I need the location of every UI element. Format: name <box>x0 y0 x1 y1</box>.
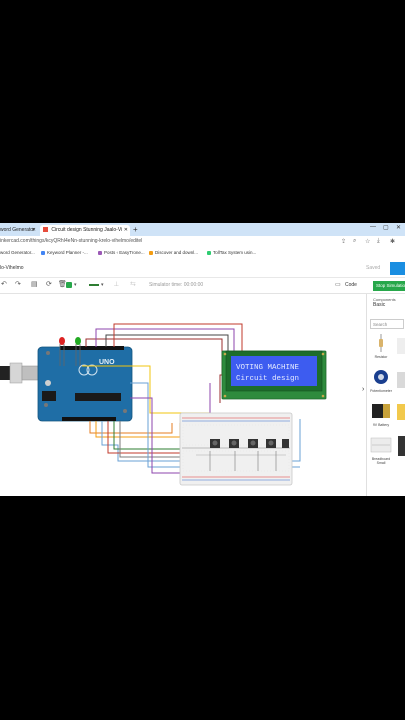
breadboard[interactable] <box>179 412 293 486</box>
chevron-down-icon[interactable]: ▾ <box>101 281 104 289</box>
components-panel: Components Basic Search Resistor Potenti… <box>366 294 405 496</box>
close-icon[interactable]: ✕ <box>32 225 36 236</box>
notes-icon[interactable]: ▤ <box>31 281 38 289</box>
component-breadboard-small[interactable]: Breadboard Small <box>369 434 393 465</box>
breadboard-icon <box>370 437 392 453</box>
color-picker[interactable] <box>66 282 72 288</box>
bookmark-item[interactable]: Discover and downl... <box>149 250 198 255</box>
image-icon <box>149 250 153 255</box>
minimize-icon[interactable]: — <box>370 224 376 230</box>
component-search-input[interactable]: Search <box>370 319 404 329</box>
arduino-uno-board[interactable]: UNO <box>37 346 133 422</box>
stop-simulation-button[interactable]: Stop Simulation <box>373 281 405 291</box>
bookmark-item[interactable]: Posts ‹ EasyTrone... <box>98 250 145 255</box>
chevron-down-icon[interactable]: ▾ <box>74 281 77 289</box>
redo-icon[interactable]: ↷ <box>15 281 21 289</box>
tab-label: word Generator <box>0 227 35 233</box>
google-icon <box>41 250 45 255</box>
rotate-icon[interactable]: ⟳ <box>46 281 52 289</box>
editor-toolbar: ↶ ↷ ▤ ⟳ 🗑 ▾ ▾ ⟂ ⇆ Simulator time: 00:00:… <box>0 278 405 294</box>
extensions-icon[interactable]: ✱ <box>390 238 395 245</box>
circuit-canvas[interactable]: UNO VOTING MACHINE Circuit design <box>0 294 365 496</box>
component-thumbnail[interactable] <box>397 338 405 354</box>
lcd-16x2-display[interactable]: VOTING MACHINE Circuit design <box>221 350 327 400</box>
maximize-icon[interactable]: ▢ <box>383 224 389 231</box>
component-label: Resistor <box>374 355 388 359</box>
component-resistor[interactable]: Resistor <box>369 332 393 359</box>
share-icon[interactable]: ⇪ <box>341 238 346 245</box>
battery-icon <box>372 404 390 418</box>
project-name[interactable]: lo-Vihelmo <box>0 265 24 271</box>
usb-cable <box>0 362 39 384</box>
component-9v-battery[interactable]: 9V Battery <box>369 400 393 427</box>
component-thumbnail[interactable] <box>398 436 405 456</box>
tab-label: Circuit design Stunning Jaalo-Vi <box>51 227 123 233</box>
bookmark-item[interactable]: TollTax System usin... <box>207 250 256 255</box>
new-tab-icon[interactable]: + <box>133 225 138 234</box>
save-status: Saved <box>366 265 381 271</box>
simulator-time: Simulator time: 00:00:00 <box>149 282 204 288</box>
component-thumbnail[interactable] <box>397 404 405 420</box>
zoom-icon[interactable]: ⌕ <box>353 238 356 245</box>
undo-icon[interactable]: ↶ <box>1 281 7 289</box>
circuit-drawing: UNO VOTING MACHINE Circuit design <box>0 323 327 486</box>
panel-collapse-icon[interactable]: › <box>362 386 364 393</box>
wire-type-picker[interactable] <box>89 284 99 286</box>
wordpress-icon <box>98 250 102 255</box>
browser-tab-previous[interactable]: word Generator ✕ <box>0 225 38 236</box>
window-close-icon[interactable]: ✕ <box>396 224 401 231</box>
component-potentiometer[interactable]: Potentiometer <box>369 366 393 393</box>
download-icon[interactable]: ⤓ <box>377 238 380 245</box>
close-icon[interactable]: ✕ <box>124 225 128 236</box>
tinkercad-favicon-icon <box>43 227 48 233</box>
tinkercad-window: word Generator ✕ Circuit design Stunning… <box>0 223 405 496</box>
component-label: Potentiometer <box>370 389 392 393</box>
flip-icon[interactable]: ⇆ <box>130 281 136 289</box>
app-header: lo-Vihelmo Saved <box>0 259 405 278</box>
component-label: Breadboard Small <box>371 457 391 465</box>
bookmark-item[interactable]: Keyword Planner -... <box>41 250 88 255</box>
component-label: 9V Battery <box>372 423 390 427</box>
browser-tab-active[interactable]: Circuit design Stunning Jaalo-Vi ✕ <box>40 225 130 236</box>
url-text[interactable]: inkercad.com/things/kcyQRhI4eNn-stunning… <box>0 238 142 244</box>
arduino-label: UNO <box>99 359 115 366</box>
code-button[interactable]: Code <box>345 282 357 288</box>
mirror-icon[interactable]: ⟂ <box>114 281 119 289</box>
bookmark-item[interactable]: word Generator... <box>0 250 35 255</box>
resistor-icon <box>379 334 383 352</box>
component-thumbnail[interactable] <box>397 372 405 388</box>
lcd-line-1: VOTING MACHINE <box>236 364 300 372</box>
user-avatar[interactable] <box>390 262 405 275</box>
bookmark-star-icon[interactable]: ☆ <box>365 238 370 245</box>
code-icon[interactable]: ▭ <box>335 281 341 289</box>
lcd-line-2: Circuit design <box>236 375 299 383</box>
page-icon <box>207 250 211 255</box>
potentiometer-icon <box>374 370 388 384</box>
component-category-select[interactable]: Basic <box>373 302 385 308</box>
browser-tab-bar: word Generator ✕ Circuit design Stunning… <box>0 223 405 236</box>
